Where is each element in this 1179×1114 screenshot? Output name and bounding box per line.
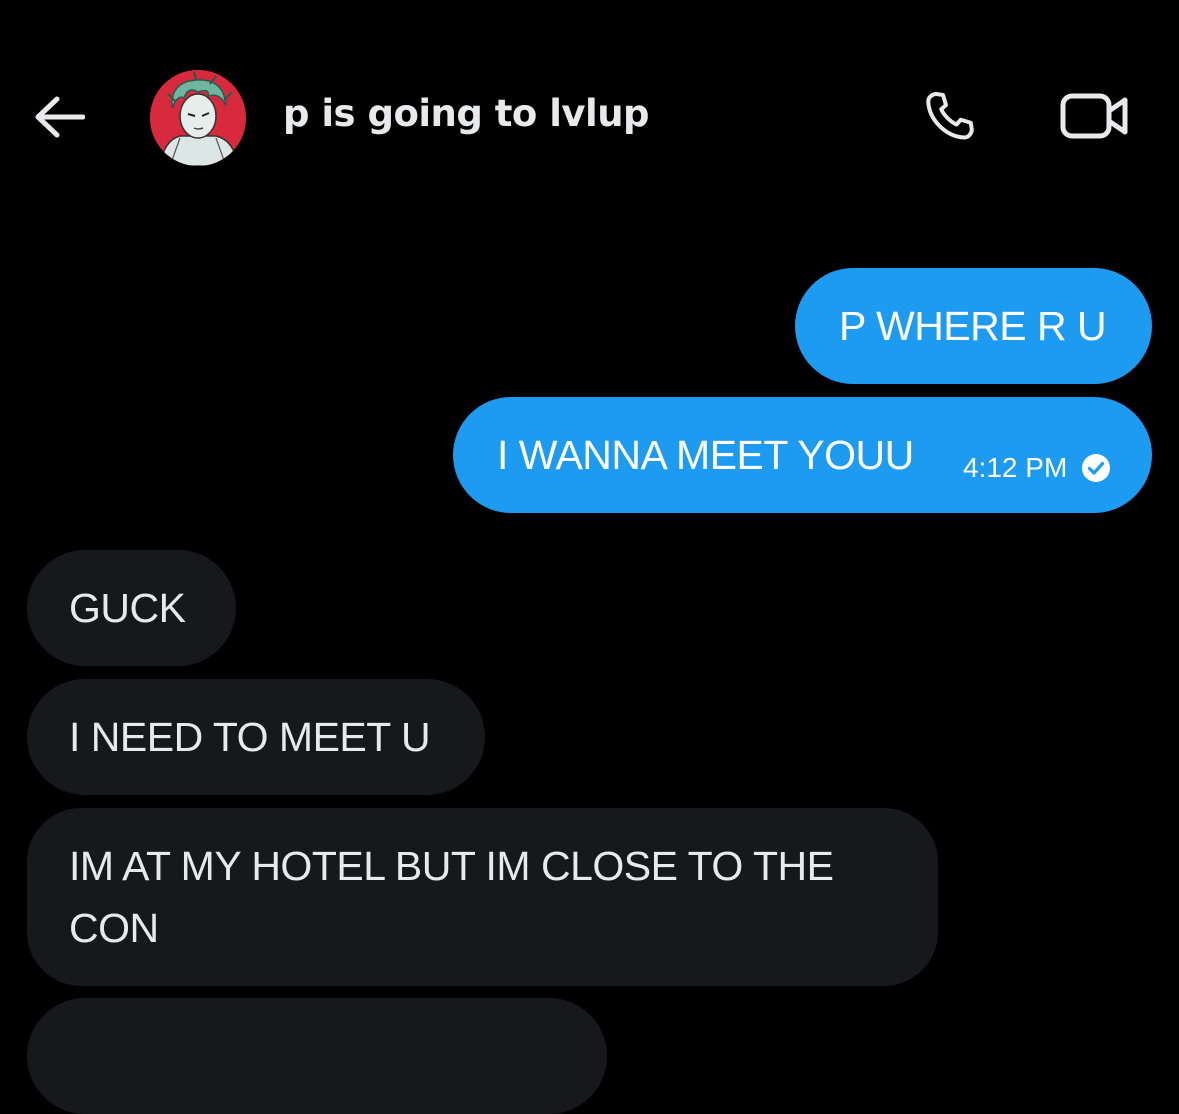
incoming-message[interactable]: I NEED TO MEET U (27, 679, 485, 795)
video-call-button[interactable] (1058, 86, 1132, 146)
back-button[interactable] (30, 88, 88, 146)
message-text: I NEED TO MEET U (69, 714, 431, 760)
video-camera-icon (1060, 93, 1128, 139)
arrow-left-icon (35, 96, 85, 138)
message-text: I WANNA MEET YOUU (497, 432, 914, 478)
message-timestamp: 4:12 PM (963, 452, 1068, 483)
message-text-line: IM AT MY HOTEL BUT IM CLOSE TO THE (69, 843, 834, 889)
avatar[interactable] (150, 70, 246, 166)
avatar-image (150, 70, 246, 166)
incoming-message[interactable]: IM AT MY HOTEL BUT IM CLOSE TO THE CON (27, 808, 938, 986)
outgoing-message[interactable]: I WANNA MEET YOUU 4:12 PM (453, 397, 1152, 513)
check-circle-icon (1081, 453, 1111, 483)
message-meta: 4:12 PM (963, 453, 1111, 483)
conversation-header: p is going to lvlup (0, 0, 1179, 230)
message-text: GUCK (69, 585, 186, 631)
message-text-line: CON (69, 905, 159, 951)
incoming-message[interactable]: GUCK (27, 550, 236, 666)
phone-icon (926, 92, 974, 140)
voice-call-button[interactable] (918, 84, 982, 148)
incoming-message[interactable] (27, 998, 607, 1114)
conversation-title[interactable]: p is going to lvlup (283, 92, 650, 135)
outgoing-message[interactable]: P WHERE R U (795, 268, 1152, 384)
message-text: P WHERE R U (839, 303, 1107, 349)
